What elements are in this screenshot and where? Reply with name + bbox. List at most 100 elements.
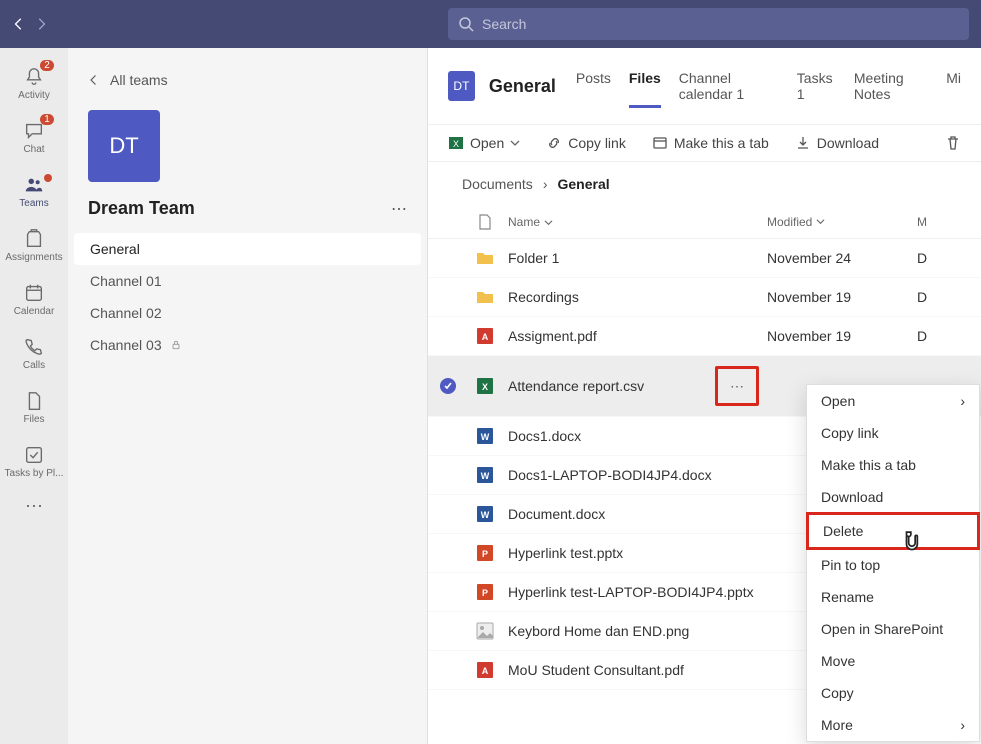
- row-more-button[interactable]: ⋯: [715, 366, 759, 406]
- ctx-open-in-sharepoint[interactable]: Open in SharePoint: [807, 613, 979, 645]
- file-name: Assigment.pdf: [508, 328, 597, 344]
- file-header-icon: [478, 214, 492, 230]
- channel-item[interactable]: Channel 03: [68, 329, 427, 361]
- link-icon: [546, 135, 562, 151]
- team-name: Dream Team: [88, 198, 195, 219]
- rail-files[interactable]: Files: [0, 380, 68, 434]
- channel-title: General: [489, 76, 556, 97]
- file-type-icon: P: [462, 583, 508, 601]
- ctx-pin-to-top[interactable]: Pin to top: [807, 549, 979, 581]
- file-type-icon: P: [462, 544, 508, 562]
- channel-item[interactable]: Channel 01: [68, 265, 427, 297]
- chevron-down-icon: [544, 218, 553, 227]
- app-rail: 2 Activity 1 Chat Teams Assignments Cale…: [0, 48, 68, 744]
- svg-text:W: W: [481, 471, 490, 481]
- ctx-more[interactable]: More›: [807, 709, 979, 741]
- rail-more[interactable]: ⋯: [25, 496, 43, 517]
- nav-back[interactable]: [12, 17, 26, 31]
- file-name: MoU Student Consultant.pdf: [508, 662, 684, 678]
- chevron-down-icon: [816, 217, 825, 226]
- nav-forward[interactable]: [34, 17, 48, 31]
- svg-text:A: A: [482, 666, 489, 676]
- rail-tasks[interactable]: Tasks by Pl...: [0, 434, 68, 488]
- tab-channel-calendar-1[interactable]: Channel calendar 1: [679, 64, 779, 108]
- copylink-button[interactable]: Copy link: [546, 135, 626, 151]
- ctx-move[interactable]: Move: [807, 645, 979, 677]
- tab-tasks-1[interactable]: Tasks 1: [797, 64, 836, 108]
- file-row[interactable]: AAssigment.pdfNovember 19D: [428, 317, 981, 356]
- column-name[interactable]: Name: [508, 215, 767, 229]
- search-box[interactable]: [448, 8, 969, 40]
- file-name: Hyperlink test-LAPTOP-BODI4JP4.pptx: [508, 584, 754, 600]
- file-row[interactable]: RecordingsNovember 19D: [428, 278, 981, 317]
- rail-calls[interactable]: Calls: [0, 326, 68, 380]
- open-button[interactable]: X Open: [448, 135, 520, 151]
- channel-item[interactable]: General: [74, 233, 421, 265]
- column-modified[interactable]: Modified: [767, 215, 917, 229]
- file-type-icon: X: [462, 377, 508, 395]
- file-list-header: Name Modified M: [428, 206, 981, 239]
- file-toolbar: X Open Copy link Make this a tab Downloa…: [428, 125, 981, 162]
- breadcrumb-root[interactable]: Documents: [462, 176, 533, 192]
- file-row[interactable]: Folder 1November 24D: [428, 239, 981, 278]
- file-modified: November 24: [767, 250, 917, 266]
- chevron-left-icon: [88, 74, 100, 86]
- titlebar: [0, 0, 981, 48]
- download-icon: [795, 135, 811, 151]
- rail-teams[interactable]: Teams: [0, 164, 68, 218]
- rail-activity[interactable]: 2 Activity: [0, 56, 68, 110]
- team-sidebar: All teams DT Dream Team ⋯ GeneralChannel…: [68, 48, 428, 744]
- ctx-copy[interactable]: Copy: [807, 677, 979, 709]
- svg-text:P: P: [482, 588, 488, 598]
- file-name: Docs1.docx: [508, 428, 581, 444]
- delete-button[interactable]: [945, 135, 961, 151]
- search-icon: [458, 16, 474, 32]
- tab-meeting-notes[interactable]: Meeting Notes: [854, 64, 928, 108]
- ctx-download[interactable]: Download: [807, 481, 979, 513]
- calendar-icon: [23, 282, 45, 304]
- svg-text:W: W: [481, 432, 490, 442]
- all-teams-link[interactable]: All teams: [68, 64, 427, 96]
- file-name: Attendance report.csv: [508, 378, 644, 394]
- file-type-icon: A: [462, 327, 508, 345]
- rail-assignments[interactable]: Assignments: [0, 218, 68, 272]
- file-name: Document.docx: [508, 506, 605, 522]
- ctx-open[interactable]: Open›: [807, 385, 979, 417]
- team-more-icon[interactable]: ⋯: [391, 199, 407, 219]
- rail-teams-dot: [44, 174, 52, 182]
- trash-icon: [945, 135, 961, 151]
- rail-activity-badge: 2: [40, 60, 54, 71]
- tab-posts[interactable]: Posts: [576, 64, 611, 108]
- file-type-icon: [462, 622, 508, 640]
- rail-calendar[interactable]: Calendar: [0, 272, 68, 326]
- tab-files[interactable]: Files: [629, 64, 661, 108]
- check-icon: [440, 378, 456, 394]
- team-tile[interactable]: DT: [88, 110, 160, 182]
- chevron-right-icon: ›: [543, 176, 548, 192]
- excel-icon: X: [448, 135, 464, 151]
- maketab-button[interactable]: Make this a tab: [652, 135, 769, 151]
- file-icon: [23, 390, 45, 412]
- tab-mi[interactable]: Mi: [946, 64, 961, 108]
- download-button[interactable]: Download: [795, 135, 879, 151]
- ctx-rename[interactable]: Rename: [807, 581, 979, 613]
- file-modified: November 19: [767, 289, 917, 305]
- file-context-menu: Open›Copy linkMake this a tabDownloadDel…: [806, 384, 980, 742]
- chevron-down-icon: [510, 138, 520, 148]
- column-modified-by[interactable]: M: [917, 215, 947, 229]
- assignments-icon: [23, 228, 45, 250]
- svg-text:X: X: [482, 382, 488, 392]
- search-input[interactable]: [482, 16, 959, 32]
- channel-item[interactable]: Channel 02: [68, 297, 427, 329]
- channel-tile: DT: [448, 71, 475, 101]
- file-modified-by: D: [917, 328, 947, 344]
- svg-text:A: A: [482, 332, 489, 342]
- file-name: Keybord Home dan END.png: [508, 623, 689, 639]
- ctx-make-this-a-tab[interactable]: Make this a tab: [807, 449, 979, 481]
- rail-chat[interactable]: 1 Chat: [0, 110, 68, 164]
- ctx-delete[interactable]: Delete: [806, 512, 980, 550]
- tab-icon: [652, 135, 668, 151]
- ctx-copy-link[interactable]: Copy link: [807, 417, 979, 449]
- file-type-icon: A: [462, 661, 508, 679]
- breadcrumb: Documents › General: [428, 162, 981, 206]
